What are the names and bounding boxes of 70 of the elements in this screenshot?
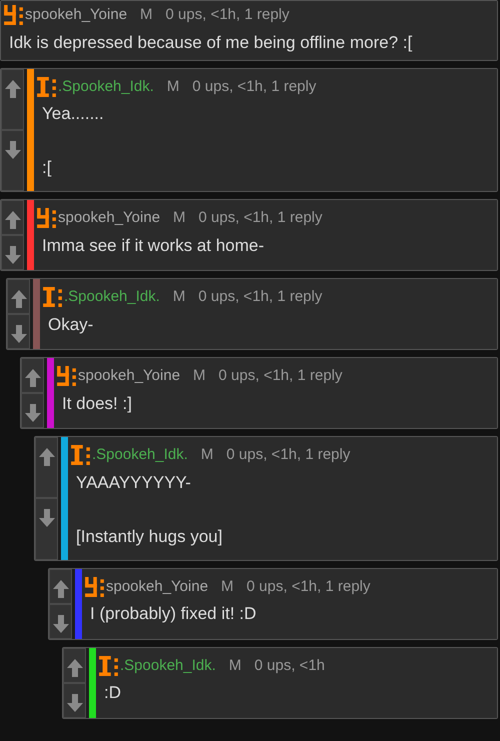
comment-meta: 0 ups, <1h, 1 reply [226, 445, 350, 465]
username-link[interactable]: spookeh_Yoine [58, 207, 160, 230]
username-link[interactable]: .Spookeh_Idk. [64, 286, 160, 308]
down-arrow-icon [10, 325, 26, 343]
badge-label: M [200, 445, 214, 465]
down-arrow-icon [4, 140, 20, 159]
downvote-button[interactable] [63, 682, 86, 718]
upvote-button[interactable] [49, 568, 72, 604]
up-arrow-icon [38, 448, 54, 466]
downvote-button[interactable] [49, 604, 72, 638]
comment-meta: 0 ups, <1h, 1 reply [218, 366, 342, 386]
up-arrow-icon [10, 290, 26, 308]
upvote-button[interactable] [1, 200, 24, 235]
comment-text: YAAAYYYYYY- [76, 472, 192, 494]
avatar-icon [57, 366, 76, 386]
username-link[interactable]: spookeh_Yoine [78, 365, 180, 388]
comment-text: Okay- [48, 314, 94, 336]
downvote-button[interactable] [35, 498, 58, 560]
comment-meta: 0 ups, <1h [254, 656, 325, 676]
badge-label: M [228, 656, 242, 676]
comment-text: Imma see if it works at home- [42, 234, 266, 256]
comment-text: :[ [42, 157, 52, 179]
username-link[interactable]: .Spookeh_Idk. [58, 76, 154, 98]
comment-meta: 0 ups, <1h, 1 reply [246, 576, 370, 596]
down-arrow-icon [38, 509, 54, 528]
comment-text: Yea....... [42, 103, 105, 125]
comment-meta: 0 ups, <1h, 1 reply [198, 208, 322, 228]
avatar-icon [37, 208, 56, 228]
username-link[interactable]: .Spookeh_Idk. [92, 444, 188, 466]
downvote-button[interactable] [1, 130, 24, 191]
up-arrow-icon [66, 658, 82, 676]
downvote-button[interactable] [21, 393, 44, 428]
upvote-button[interactable] [7, 279, 30, 314]
up-arrow-icon [4, 80, 20, 98]
comment-text: I (probably) fixed it! :D [90, 603, 258, 625]
comment-meta: 0 ups, <1h, 1 reply [166, 5, 290, 25]
down-arrow-icon [4, 246, 20, 264]
down-arrow-icon [24, 404, 40, 422]
avatar-icon [99, 656, 118, 676]
comment-meta: 0 ups, <1h, 1 reply [192, 76, 316, 96]
avatar-icon [4, 5, 23, 26]
badge-label: M [173, 208, 186, 228]
avatar-icon [85, 576, 104, 597]
username-link[interactable]: .Spookeh_Idk. [120, 654, 216, 677]
upvote-button[interactable] [1, 68, 24, 130]
username-link[interactable]: spookeh_Yoine [106, 576, 208, 598]
comment-meta: 0 ups, <1h, 1 reply [198, 287, 322, 307]
down-arrow-icon [52, 614, 68, 632]
upvote-button[interactable] [63, 648, 86, 682]
comment-text: Idk is depressed because of me being offline more? :[ [9, 32, 414, 54]
badge-label: M [221, 576, 234, 596]
upvote-button[interactable] [35, 437, 58, 498]
avatar-icon [71, 445, 90, 466]
up-arrow-icon [4, 211, 20, 229]
avatar-icon [43, 287, 62, 308]
username-link[interactable]: spookeh_Yoine [25, 4, 128, 26]
comment-text: It does! :] [62, 392, 133, 414]
comment-text: :D [104, 682, 122, 704]
downvote-button[interactable] [7, 314, 30, 349]
down-arrow-icon [66, 694, 82, 712]
badge-label: M [193, 366, 206, 386]
badge-label: M [172, 287, 186, 307]
up-arrow-icon [52, 580, 68, 598]
up-arrow-icon [24, 369, 40, 387]
badge-label: M [166, 76, 180, 96]
avatar-icon [37, 76, 56, 97]
comment-text: [Instantly hugs you] [76, 526, 224, 548]
badge-label: M [140, 5, 153, 25]
upvote-button[interactable] [21, 358, 44, 393]
downvote-button[interactable] [1, 235, 24, 270]
